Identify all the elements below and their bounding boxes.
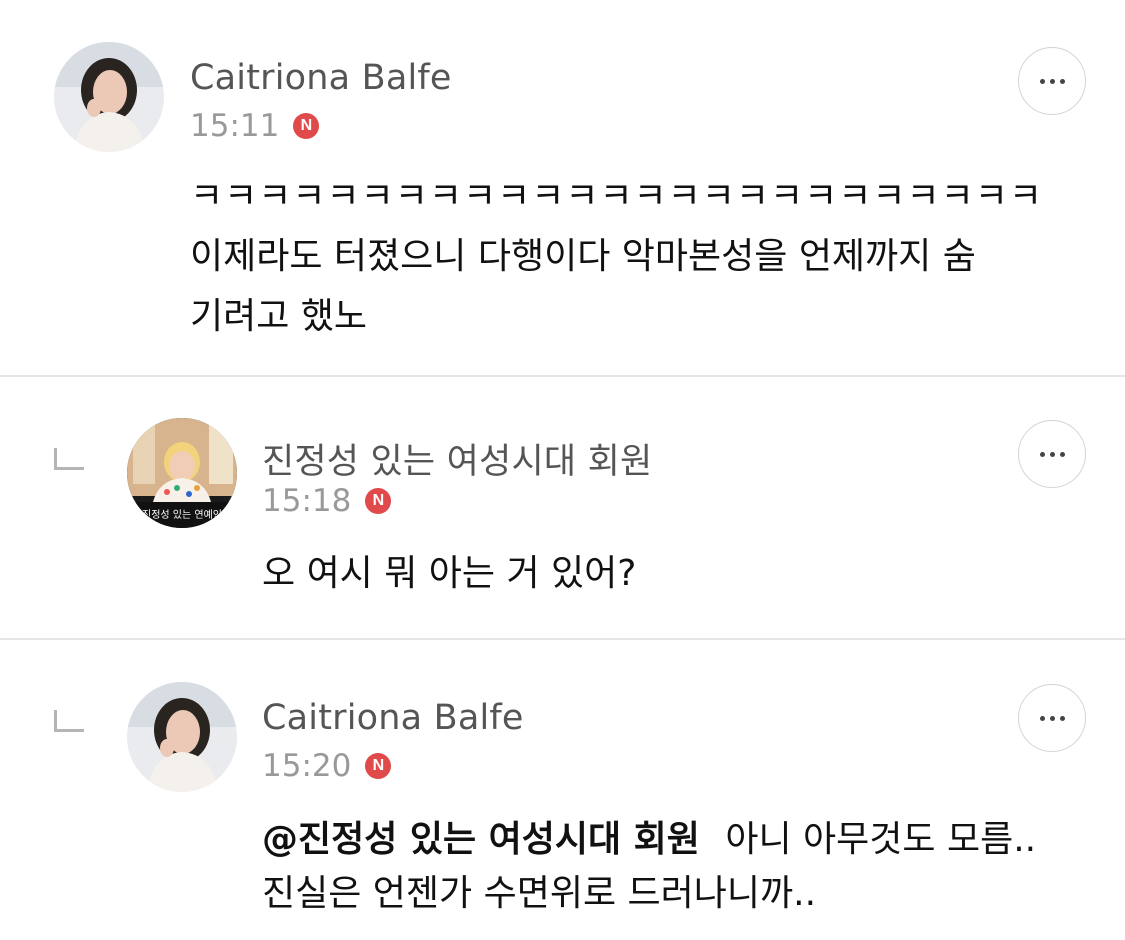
comment-body: 오 여시 뭐 아는 거 있어? — [262, 547, 636, 601]
comment-line: ㅋㅋㅋㅋㅋㅋㅋㅋㅋㅋㅋㅋㅋㅋㅋㅋㅋㅋㅋㅋㅋㅋㅋㅋㅋ — [190, 176, 1044, 217]
avatar[interactable] — [54, 42, 164, 152]
author-name[interactable]: Caitriona Balfe — [262, 698, 524, 738]
comment-meta: 15:18 N — [262, 483, 392, 519]
more-options-button[interactable] — [1018, 684, 1086, 752]
comment-body: @진정성 있는 여성시대 회원 아니 아무것도 모름.. 진실은 언젠가 수면위… — [262, 813, 1036, 921]
new-badge: N — [365, 488, 392, 514]
new-badge: N — [293, 113, 320, 139]
comment-line: 진실은 언젠가 수면위로 드러나니까.. — [262, 873, 817, 914]
comment-line: 이제라도 터졌으니 다행이다 악마본성을 언제까지 숨 — [190, 236, 976, 277]
more-horizontal-icon — [1037, 78, 1067, 84]
comment-meta: 15:20 N — [262, 748, 392, 784]
comment-3-reply: Caitriona Balfe 15:20 N @진정성 있는 여성시대 회원 … — [0, 640, 1125, 940]
more-horizontal-icon — [1037, 451, 1067, 457]
author-name[interactable]: Caitriona Balfe — [190, 58, 452, 98]
reply-indent-icon — [54, 710, 84, 732]
timestamp: 15:11 — [190, 108, 280, 144]
comment-line: 기려고 했노 — [190, 296, 368, 337]
avatar[interactable] — [127, 682, 237, 792]
comment-1: Caitriona Balfe 15:11 N ㅋㅋㅋㅋㅋㅋㅋㅋㅋㅋㅋㅋㅋㅋㅋㅋ… — [0, 0, 1125, 375]
more-options-button[interactable] — [1018, 47, 1086, 115]
more-horizontal-icon — [1037, 715, 1067, 721]
comment-text: 아니 아무것도 모름.. — [725, 819, 1037, 860]
reply-indent-icon — [54, 448, 84, 470]
avatar-caption: 진정성 있는 연예인 — [142, 509, 222, 521]
timestamp: 15:18 — [262, 483, 352, 519]
avatar[interactable]: 진정성 있는 연예인 — [127, 418, 237, 528]
comment-line: @진정성 있는 여성시대 회원 아니 아무것도 모름.. — [262, 813, 1036, 867]
comment-2-reply: 진정성 있는 연예인 진정성 있는 여성시대 회원 15:18 N 오 여시 뭐… — [0, 377, 1125, 639]
new-badge: N — [365, 753, 392, 779]
comment-line: 오 여시 뭐 아는 거 있어? — [262, 553, 637, 594]
comment-body: ㅋㅋㅋㅋㅋㅋㅋㅋㅋㅋㅋㅋㅋㅋㅋㅋㅋㅋㅋㅋㅋㅋㅋㅋㅋ 이제라도 터졌으니 다행이다… — [190, 170, 1043, 344]
comment-meta: 15:11 N — [190, 108, 320, 144]
mention-link[interactable]: @진정성 있는 여성시대 회원 — [262, 819, 700, 860]
timestamp: 15:20 — [262, 748, 352, 784]
author-name[interactable]: 진정성 있는 여성시대 회원 — [262, 433, 652, 484]
more-options-button[interactable] — [1018, 420, 1086, 488]
